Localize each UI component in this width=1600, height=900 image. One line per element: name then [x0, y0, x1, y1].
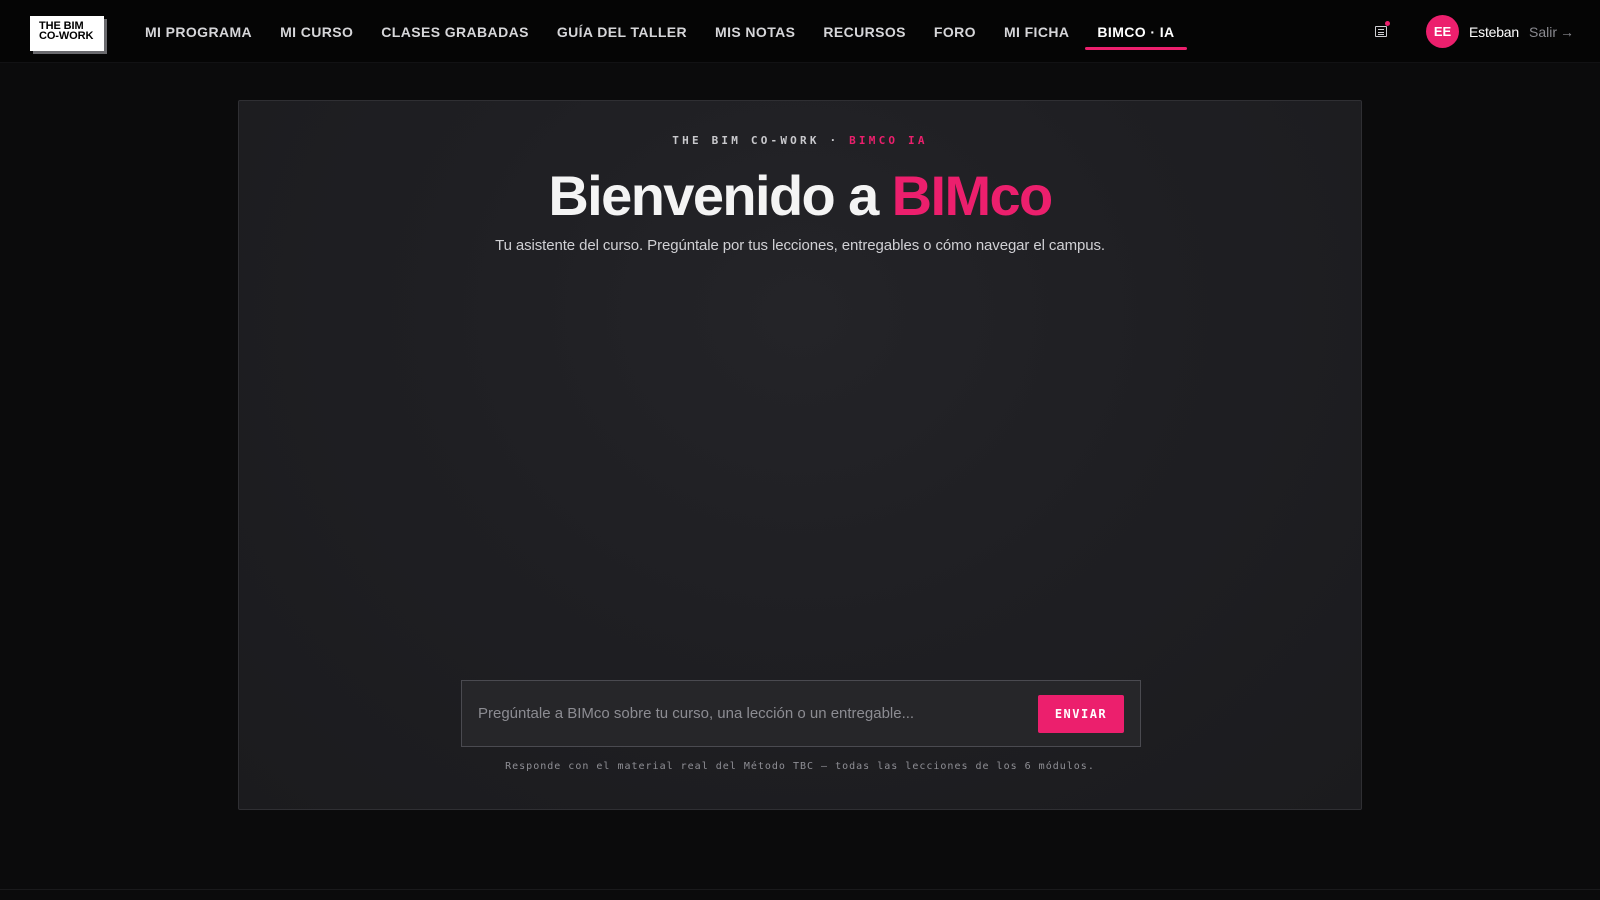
top-navigation-bar: THE BIM CO-WORK MI PROGRAMA MI CURSO CLA… [0, 0, 1600, 63]
title-brand: BIMco [891, 164, 1054, 227]
username: Esteban [1469, 23, 1519, 40]
arrow-right-icon: → [1560, 23, 1574, 40]
nav-item-foro[interactable]: FORO [934, 0, 976, 63]
eyebrow-prefix: THE BIM CO-WORK · [672, 134, 850, 147]
logout-label: Salir [1528, 23, 1557, 40]
bim-cowork-logo[interactable]: THE BIM CO-WORK [30, 16, 104, 51]
nav-item-clases-grabadas[interactable]: CLASES GRABADAS [381, 0, 529, 63]
page-title: Bienvenido a BIMco [239, 163, 1361, 228]
avatar[interactable]: EE [1426, 15, 1459, 48]
send-button[interactable]: ENVIAR [1038, 694, 1124, 733]
chat-input[interactable] [462, 681, 1038, 746]
main-nav: MI PROGRAMA MI CURSO CLASES GRABADAS GUÍ… [145, 0, 1203, 63]
footer-divider [0, 889, 1600, 890]
nav-item-mi-curso[interactable]: MI CURSO [280, 0, 353, 63]
nav-item-recursos[interactable]: RECURSOS [823, 0, 906, 63]
logo-line-2: CO-WORK [39, 30, 94, 42]
page-subtitle: Tu asistente del curso. Pregúntale por t… [495, 237, 1105, 254]
eyebrow-accent: BIMCO IA [849, 134, 928, 147]
chat-composer: ENVIAR [461, 680, 1141, 747]
nav-item-bimco-ia[interactable]: BIMCO · IA [1085, 0, 1187, 63]
notes-button[interactable] [1370, 20, 1392, 43]
logout-link[interactable]: Salir → [1529, 24, 1574, 40]
nav-item-mis-notas[interactable]: MIS NOTAS [715, 0, 795, 63]
eyebrow-label: THE BIM CO-WORK · BIMCO IA [239, 134, 1361, 147]
composer-disclaimer: Responde con el material real del Método… [505, 761, 1095, 772]
notes-icon [1375, 26, 1387, 37]
nav-item-mi-ficha[interactable]: MI FICHA [1004, 0, 1069, 63]
nav-item-guia-del-taller[interactable]: GUÍA DEL TALLER [557, 0, 687, 63]
user-tools: EE Esteban Salir → [1370, 0, 1574, 63]
notification-dot [1385, 20, 1390, 26]
nav-item-mi-programa[interactable]: MI PROGRAMA [145, 0, 252, 63]
title-prefix: Bienvenido a [548, 164, 892, 227]
bimco-chat-panel: THE BIM CO-WORK · BIMCO IA Bienvenido a … [238, 100, 1362, 810]
